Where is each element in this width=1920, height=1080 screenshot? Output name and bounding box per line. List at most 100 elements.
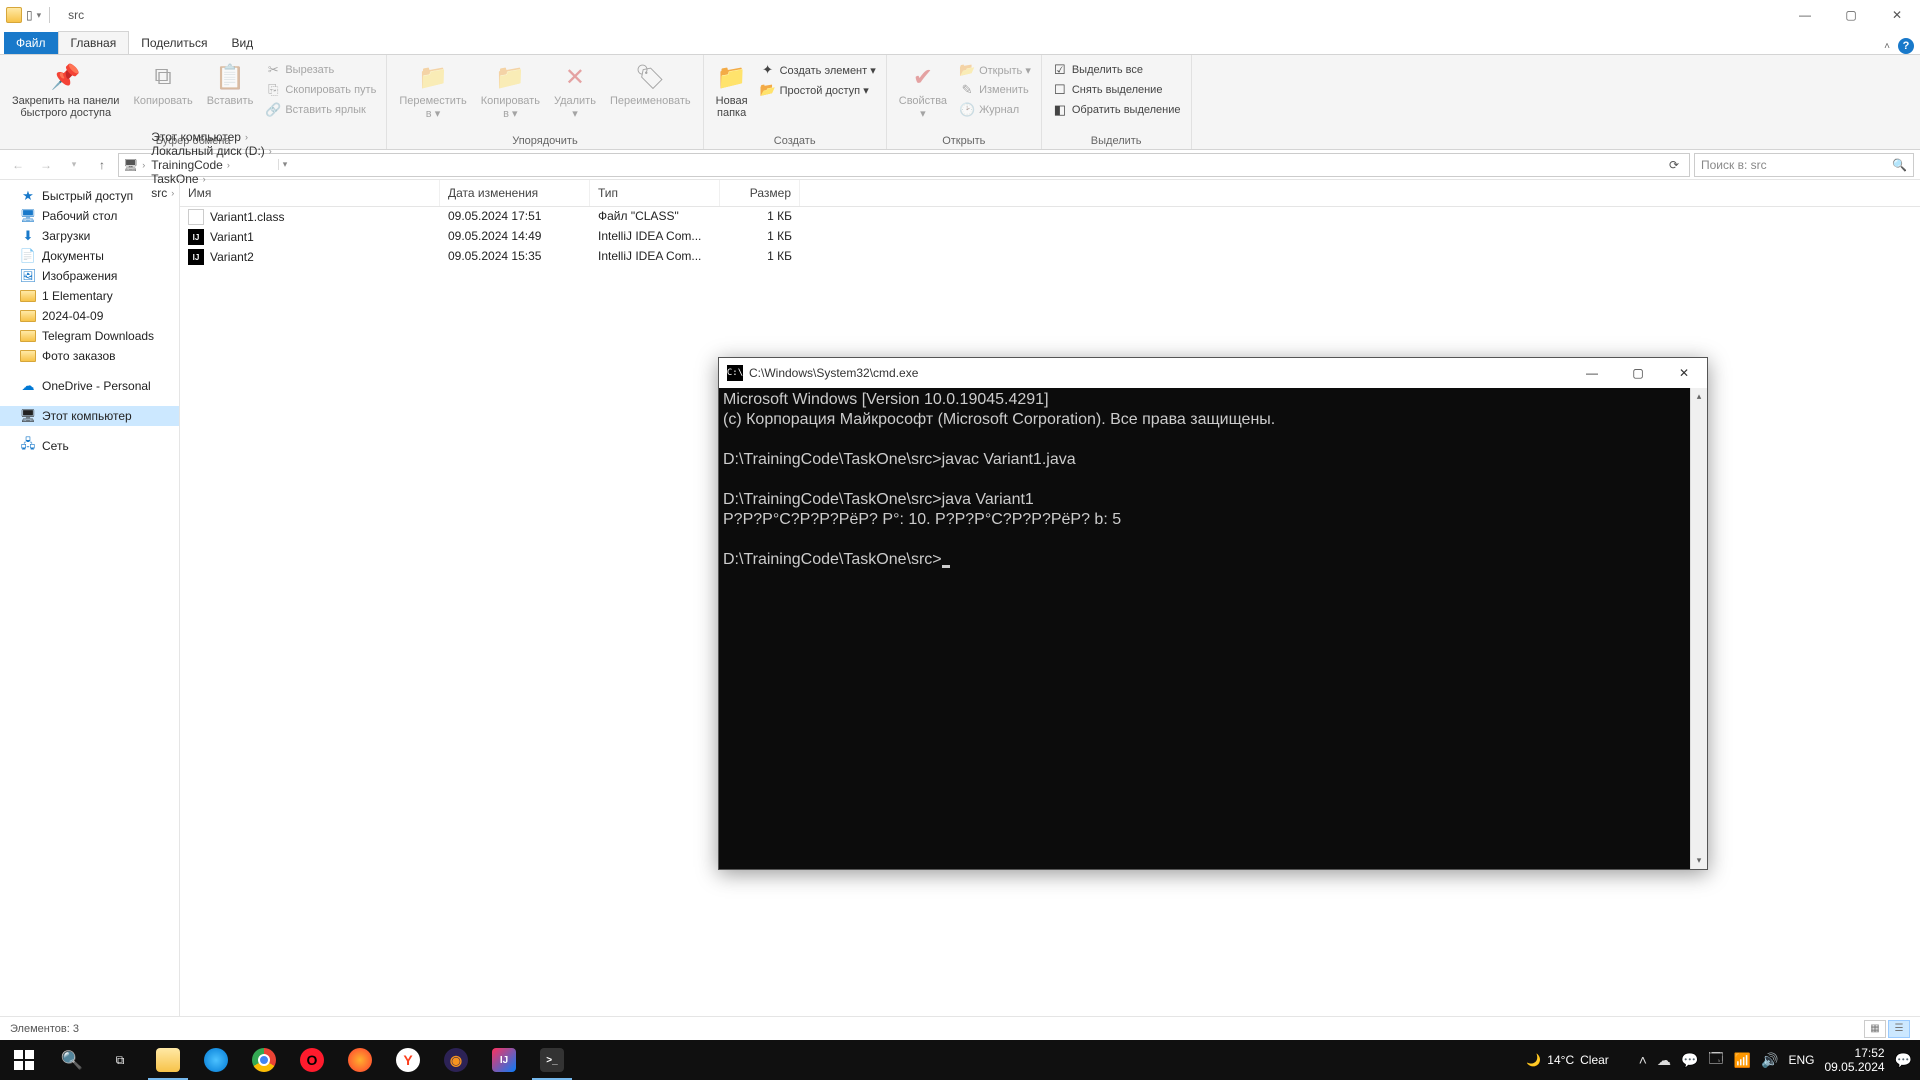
nav-quick-access[interactable]: ★Быстрый доступ <box>0 186 179 206</box>
tab-view[interactable]: Вид <box>219 32 265 54</box>
recent-button[interactable]: ▾ <box>62 153 86 177</box>
nav-onedrive[interactable]: ☁OneDrive - Personal <box>0 376 179 396</box>
view-details[interactable]: ☰ <box>1888 1020 1910 1038</box>
delete-button[interactable]: ✕Удалить ▾ <box>548 59 602 122</box>
ribbon-tabs: Файл Главная Поделиться Вид ˄ ? <box>0 30 1920 54</box>
explorer-taskbtn[interactable] <box>144 1040 192 1080</box>
clock[interactable]: 17:52 09.05.2024 <box>1825 1046 1885 1075</box>
weather-widget[interactable]: 🌙 14°C Clear <box>1526 1053 1608 1067</box>
cmd-maximize[interactable]: ▢ <box>1615 358 1661 388</box>
breadcrumb-seg[interactable]: Этот компьютер› <box>149 130 274 144</box>
cmd-scrollbar[interactable]: ▴ ▾ <box>1690 388 1707 869</box>
scroll-down-icon[interactable]: ▾ <box>1691 852 1707 869</box>
tab-share[interactable]: Поделиться <box>129 32 219 54</box>
intellij-taskbtn[interactable]: IJ <box>480 1040 528 1080</box>
file-row[interactable]: IJVariant209.05.2024 15:35IntelliJ IDEA … <box>180 247 1920 267</box>
battery-icon[interactable]: 🗔 <box>1708 1048 1723 1072</box>
taskview-button[interactable]: ⧉ <box>96 1040 144 1080</box>
cmd-titlebar[interactable]: C:\ C:\Windows\System32\cmd.exe — ▢ ✕ <box>719 358 1707 388</box>
pin-button[interactable]: 📌Закрепить на панели быстрого доступа <box>6 59 125 121</box>
tray-overflow-icon[interactable]: ˄ <box>1639 1052 1647 1068</box>
selectnone-button[interactable]: ☐Снять выделение <box>1048 81 1185 99</box>
col-name[interactable]: Имя <box>180 180 440 206</box>
minimize-button[interactable]: — <box>1782 0 1828 30</box>
easyaccess-button[interactable]: 📂Простой доступ ▾ <box>756 81 880 99</box>
tab-file[interactable]: Файл <box>4 32 58 54</box>
explorer-titlebar: ▯ ▾ src — ▢ ✕ <box>0 0 1920 30</box>
tab-home[interactable]: Главная <box>58 31 130 54</box>
open-button[interactable]: 📂Открыть ▾ <box>955 61 1035 79</box>
rename-button[interactable]: 🏷Переименовать <box>604 59 697 109</box>
start-button[interactable] <box>0 1040 48 1080</box>
desktop-icon: 🖥 <box>20 208 36 224</box>
cmd-close[interactable]: ✕ <box>1661 358 1707 388</box>
history-button[interactable]: 🕑Журнал <box>955 101 1035 119</box>
view-large-icons[interactable]: ▦ <box>1864 1020 1886 1038</box>
yandex-taskbtn[interactable]: Y <box>384 1040 432 1080</box>
copyto-button[interactable]: 📁Копировать в ▾ <box>475 59 546 122</box>
copy-button[interactable]: ⧉Копировать <box>127 59 198 109</box>
selectinvert-button[interactable]: ◧Обратить выделение <box>1048 101 1185 119</box>
nav-desktop[interactable]: 🖥Рабочий стол <box>0 206 179 226</box>
qat-dropdown-icon[interactable]: ▾ <box>37 10 42 21</box>
file-row[interactable]: IJVariant109.05.2024 14:49IntelliJ IDEA … <box>180 227 1920 247</box>
forward-button[interactable]: → <box>34 153 58 177</box>
edge-taskbtn[interactable] <box>192 1040 240 1080</box>
move-button[interactable]: 📁Переместить в ▾ <box>393 59 472 122</box>
wifi-icon[interactable]: 📶 <box>1734 1052 1751 1069</box>
copypath-button[interactable]: ⎘Скопировать путь <box>261 81 380 99</box>
maximize-button[interactable]: ▢ <box>1828 0 1874 30</box>
nav-documents[interactable]: 📄Документы <box>0 246 179 266</box>
paste-button[interactable]: 📋Вставить <box>201 59 260 109</box>
help-icon[interactable]: ? <box>1898 38 1914 54</box>
scroll-up-icon[interactable]: ▴ <box>1691 388 1707 405</box>
cmd-terminal[interactable]: Microsoft Windows [Version 10.0.19045.42… <box>719 388 1707 869</box>
nav-downloads[interactable]: ⬇Загрузки <box>0 226 179 246</box>
volume-icon[interactable]: 🔊 <box>1761 1052 1778 1069</box>
nav-folder[interactable]: 1 Elementary <box>0 286 179 306</box>
cut-button[interactable]: ✂Вырезать <box>261 61 380 79</box>
window-controls: — ▢ ✕ <box>1782 0 1920 30</box>
col-size[interactable]: Размер <box>720 180 800 206</box>
cmd-taskbtn[interactable]: >_ <box>528 1040 576 1080</box>
cmd-minimize[interactable]: — <box>1569 358 1615 388</box>
newitem-button[interactable]: ✦Создать элемент ▾ <box>756 61 880 79</box>
edit-button[interactable]: ✎Изменить <box>955 81 1035 99</box>
eclipse-taskbtn[interactable]: ◉ <box>432 1040 480 1080</box>
nav-folder[interactable]: 2024-04-09 <box>0 306 179 326</box>
meet-tray-icon[interactable]: 💬 <box>1681 1052 1698 1069</box>
file-row[interactable]: Variant1.class09.05.2024 17:51Файл "CLAS… <box>180 207 1920 227</box>
notifications-icon[interactable]: 💬 <box>1895 1052 1912 1069</box>
breadcrumb-seg[interactable]: Локальный диск (D:)› <box>149 144 274 158</box>
breadcrumb-seg[interactable]: TrainingCode› <box>149 158 274 172</box>
ribbon-collapse-icon[interactable]: ˄ <box>1884 41 1890 52</box>
back-button[interactable]: ← <box>6 153 30 177</box>
opera-taskbtn[interactable]: O <box>288 1040 336 1080</box>
nav-folder[interactable]: Фото заказов <box>0 346 179 366</box>
firefox-taskbtn[interactable] <box>336 1040 384 1080</box>
search-button[interactable]: 🔍 <box>48 1040 96 1080</box>
breadcrumb-dropdown[interactable]: ▾ <box>278 159 292 170</box>
cmd-window[interactable]: C:\ C:\Windows\System32\cmd.exe — ▢ ✕ Mi… <box>718 357 1708 870</box>
close-button[interactable]: ✕ <box>1874 0 1920 30</box>
search-input[interactable]: Поиск в: src 🔍 <box>1694 153 1914 177</box>
col-date[interactable]: Дата изменения <box>440 180 590 206</box>
nav-network[interactable]: 🖧Сеть <box>0 436 179 456</box>
nav-thispc[interactable]: 🖥Этот компьютер <box>0 406 179 426</box>
selectnone-icon: ☐ <box>1052 82 1068 98</box>
pastelnk-button[interactable]: 🔗Вставить ярлык <box>261 101 380 119</box>
properties-button[interactable]: ✔Свойства ▾ <box>893 59 953 122</box>
chrome-taskbtn[interactable] <box>240 1040 288 1080</box>
selectall-button[interactable]: ☑Выделить все <box>1048 61 1185 79</box>
refresh-button[interactable]: ⟳ <box>1663 158 1685 172</box>
up-button[interactable]: ↑ <box>90 153 114 177</box>
onedrive-tray-icon[interactable]: ☁ <box>1657 1052 1671 1069</box>
nav-folder[interactable]: Telegram Downloads <box>0 326 179 346</box>
language-indicator[interactable]: ENG <box>1788 1053 1814 1067</box>
breadcrumb[interactable]: 🖥› Этот компьютер›Локальный диск (D:)›Tr… <box>118 153 1690 177</box>
nav-pictures[interactable]: 🖼Изображения <box>0 266 179 286</box>
col-type[interactable]: Тип <box>590 180 720 206</box>
qat-icon[interactable]: ▯ <box>26 8 33 22</box>
newfolder-button[interactable]: 📁Новая папка <box>710 59 754 121</box>
scroll-track[interactable] <box>1691 405 1707 852</box>
